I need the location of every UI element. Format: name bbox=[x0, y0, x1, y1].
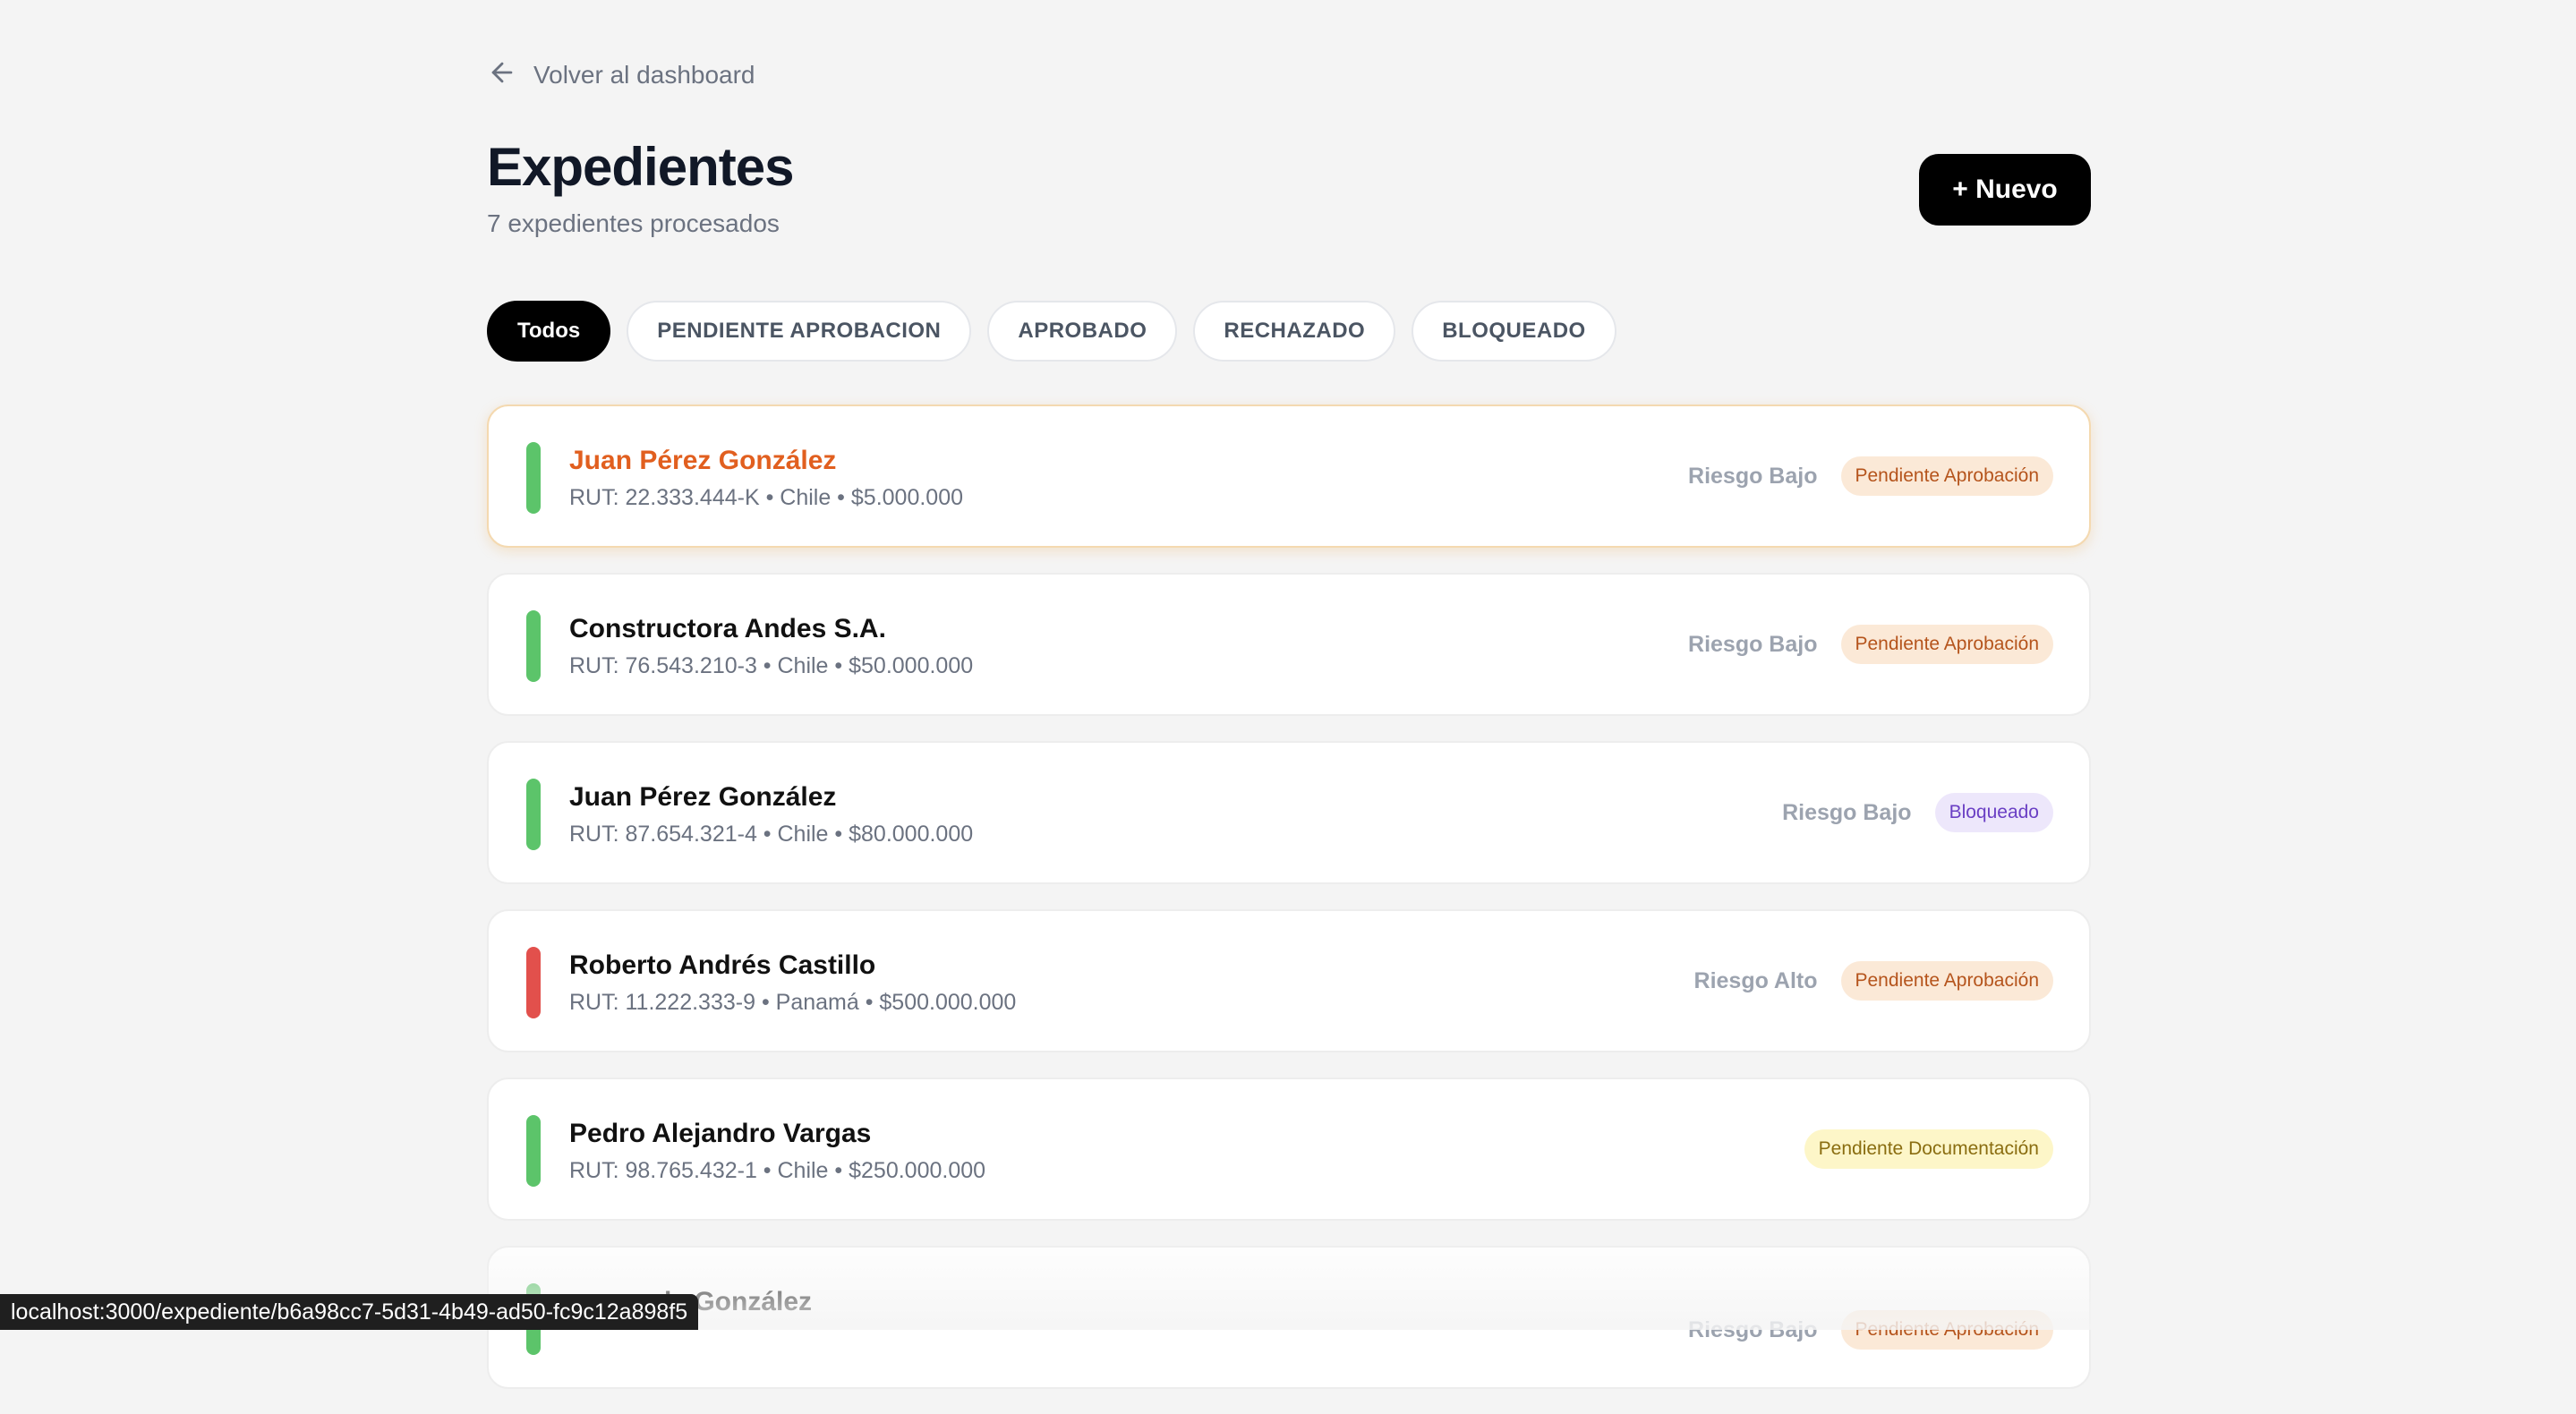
filter-rechazado[interactable]: RECHAZADO bbox=[1193, 301, 1396, 362]
risk-indicator bbox=[526, 1115, 541, 1187]
filter-pendiente-aprobacion[interactable]: PENDIENTE APROBACION bbox=[627, 301, 972, 362]
status-badge: Pendiente Aprobación bbox=[1840, 456, 2053, 496]
filter-bloqueado[interactable]: BLOQUEADO bbox=[1412, 301, 1616, 362]
status-badge: Pendiente Aprobación bbox=[1840, 961, 2053, 1001]
back-link-label: Volver al dashboard bbox=[533, 61, 755, 89]
status-badge: Pendiente Documentación bbox=[1804, 1129, 2053, 1169]
risk-label: Riesgo Bajo bbox=[1688, 1316, 1818, 1342]
risk-indicator bbox=[526, 442, 541, 514]
expediente-card[interactable]: Juan Pérez González RUT: 22.333.444-K • … bbox=[487, 405, 2091, 548]
expediente-name: Roberto Andrés Castillo bbox=[569, 950, 876, 980]
new-expediente-button[interactable]: + Nuevo bbox=[1919, 154, 2091, 226]
risk-label: Riesgo Alto bbox=[1693, 967, 1818, 993]
expedientes-list: Juan Pérez González RUT: 22.333.444-K • … bbox=[487, 405, 2091, 1414]
expediente-card[interactable]: Juan Pérez González RUT: 87.654.321-4 • … bbox=[487, 741, 2091, 884]
risk-label: Riesgo Bajo bbox=[1782, 799, 1912, 825]
page-subtitle: 7 expedientes procesados bbox=[487, 209, 780, 237]
expediente-meta: RUT: 76.543.210-3 • Chile • $50.000.000 bbox=[569, 653, 974, 678]
expediente-card[interactable]: Pedro Alejandro Vargas RUT: 98.765.432-1… bbox=[487, 1078, 2091, 1221]
status-badge: Pendiente Aprobación bbox=[1840, 625, 2053, 664]
page-title: Expedientes bbox=[487, 137, 794, 197]
status-badge: Bloqueado bbox=[1934, 793, 2053, 832]
expediente-card[interactable]: Constructora Andes S.A. RUT: 76.543.210-… bbox=[487, 573, 2091, 716]
expediente-meta: RUT: 87.654.321-4 • Chile • $80.000.000 bbox=[569, 822, 974, 847]
expediente-card[interactable]: Roberto Andrés Castillo RUT: 11.222.333-… bbox=[487, 909, 2091, 1052]
risk-label: Riesgo Bajo bbox=[1688, 631, 1818, 657]
back-link[interactable]: Volver al dashboard bbox=[487, 57, 755, 93]
status-badge: Pendiente Aprobación bbox=[1840, 1310, 2053, 1350]
expediente-meta: RUT: 22.333.444-K • Chile • $5.000.000 bbox=[569, 485, 964, 510]
arrow-left-icon bbox=[487, 57, 517, 94]
filter-todos[interactable]: Todos bbox=[487, 301, 611, 362]
status-filters: Todos PENDIENTE APROBACION APROBADO RECH… bbox=[487, 301, 1616, 362]
risk-indicator bbox=[526, 947, 541, 1018]
expediente-name: Juan Pérez González bbox=[569, 782, 837, 812]
expediente-name: Constructora Andes S.A. bbox=[569, 614, 886, 643]
expediente-name: Pedro Alejandro Vargas bbox=[569, 1119, 872, 1148]
link-preview-url: localhost:3000/expediente/b6a98cc7-5d31-… bbox=[0, 1294, 699, 1330]
expediente-card[interactable]: da González Riesgo Bajo Pendiente Aproba… bbox=[487, 1246, 2091, 1389]
risk-label: Riesgo Bajo bbox=[1688, 463, 1818, 489]
expediente-meta: RUT: 98.765.432-1 • Chile • $250.000.000 bbox=[569, 1158, 986, 1183]
expediente-name: Juan Pérez González bbox=[569, 446, 837, 475]
expediente-meta: RUT: 11.222.333-9 • Panamá • $500.000.00… bbox=[569, 990, 1017, 1015]
filter-aprobado[interactable]: APROBADO bbox=[987, 301, 1178, 362]
risk-indicator bbox=[526, 779, 541, 850]
risk-indicator bbox=[526, 610, 541, 682]
